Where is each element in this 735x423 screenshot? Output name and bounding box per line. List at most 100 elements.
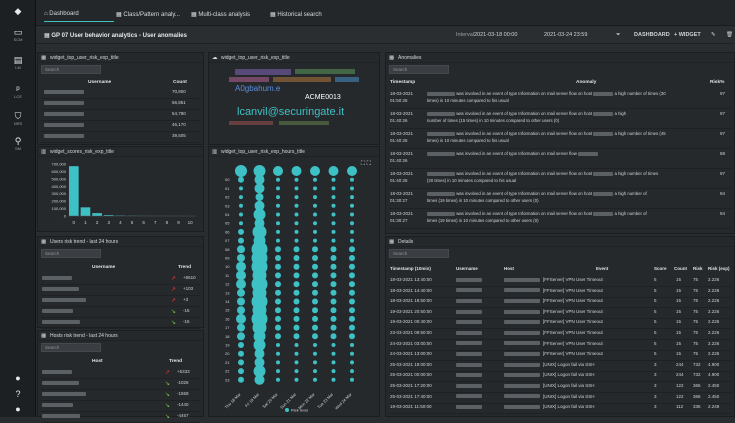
detail-event[interactable]: [UNIX] Logon fail via SSH xyxy=(543,404,595,409)
add-widget-button[interactable]: + WIDGET xyxy=(674,32,701,38)
anomaly-line-2: times) in 10 minutes compared to his usu… xyxy=(427,98,509,103)
panel-top-users: ▦widget_top_user_risk_exp_title Search U… xyxy=(37,52,204,145)
table-row[interactable] xyxy=(42,297,86,302)
column-header-username[interactable]: Username xyxy=(92,265,115,270)
detail-timestamp: 18-03-2021 18:50:00 xyxy=(390,298,432,303)
detail-event[interactable]: [FFServer] VPN User Timeout xyxy=(543,330,603,335)
trend-down-icon: ↘ xyxy=(165,402,170,409)
bubble-mark xyxy=(332,204,336,208)
sidebar-item-lce[interactable]: ᵖLCE xyxy=(0,84,36,99)
filter-icon[interactable]: ⏷ xyxy=(616,32,620,39)
table-row[interactable] xyxy=(44,133,84,138)
table-row[interactable] xyxy=(42,391,86,396)
zoom-icon[interactable]: ⛶ ⛶ xyxy=(361,160,372,167)
table-row[interactable] xyxy=(42,319,80,324)
detail-event[interactable]: [UNIX] Logon fail via SSH xyxy=(543,394,595,399)
detail-event[interactable]: [FFServer] VPN User Timeout xyxy=(543,288,603,293)
interval-to-input[interactable]: 2021-03-24 23:59 xyxy=(544,32,587,38)
search-input[interactable]: Search xyxy=(389,65,449,74)
table-row[interactable] xyxy=(42,369,72,374)
column-header-risk[interactable]: Risk% xyxy=(710,80,724,85)
column-header-trend[interactable]: Trend xyxy=(178,265,191,270)
detail-value: 75 xyxy=(693,277,698,282)
bubble-mark xyxy=(350,352,354,356)
table-row[interactable] xyxy=(44,111,84,116)
column-header-trend[interactable]: Trend xyxy=(169,359,182,364)
interval-from-input[interactable]: 2021-03-18 00:00 xyxy=(474,32,517,38)
table-row[interactable] xyxy=(42,308,73,313)
search-input[interactable]: Search xyxy=(41,249,101,258)
detail-timestamp: 25-03-2021 17:40:00 xyxy=(390,394,432,399)
chat-icon[interactable]: ● xyxy=(0,373,36,383)
tab-class-pattern[interactable]: ▦ Class/Pattern analy... xyxy=(116,6,188,22)
detail-event[interactable]: [UNIX] Logon fail via SSH xyxy=(543,383,595,388)
table-row[interactable] xyxy=(44,122,84,127)
detail-event[interactable]: [UNIX] Logon fail via SSH xyxy=(543,372,595,377)
table-row[interactable] xyxy=(44,89,84,94)
table-row[interactable] xyxy=(42,380,79,385)
bubble-mark xyxy=(237,306,245,314)
anomaly-text[interactable]: was involved in an event of type Informa… xyxy=(427,91,699,96)
column-header[interactable]: Host xyxy=(504,266,514,271)
detail-event[interactable]: [FFServer] VPN User Timeout xyxy=(543,319,603,324)
anomaly-text[interactable]: was involved in an event of type Informa… xyxy=(427,211,699,216)
column-header-username[interactable]: Username xyxy=(88,80,111,85)
column-header-anomaly[interactable]: Anomaly xyxy=(576,80,596,85)
column-header[interactable]: Event xyxy=(596,266,608,271)
sidebar-item-lm[interactable]: ▤LM xyxy=(0,55,36,70)
sidebar-item-scm[interactable]: ▭SCM xyxy=(0,27,36,42)
column-header[interactable]: Username xyxy=(456,266,478,271)
column-header[interactable]: Count xyxy=(674,266,687,271)
anomaly-text[interactable]: was involved in an event of type Informa… xyxy=(427,151,699,156)
tab-historical-search[interactable]: ▦ Historical search xyxy=(270,6,340,22)
anomaly-text[interactable]: was involved in an event of type Informa… xyxy=(427,111,699,116)
bubble-mark xyxy=(350,343,354,347)
sidebar-item-sm[interactable]: ⚲SM xyxy=(0,136,36,151)
table-row[interactable] xyxy=(42,402,73,407)
redacted-name xyxy=(42,403,73,407)
bubble-mark xyxy=(237,254,245,262)
detail-event[interactable]: [FFServer] VPN User Timeout xyxy=(543,277,603,282)
table-row[interactable] xyxy=(42,286,79,291)
anomaly-text[interactable]: was involved in an event of type Informa… xyxy=(427,171,699,176)
column-header[interactable]: Timestamp (10min) xyxy=(390,266,431,271)
column-header[interactable]: Risk xyxy=(693,266,703,271)
detail-event[interactable]: [FFServer] VPN User Timeout xyxy=(543,298,603,303)
bubble-mark xyxy=(235,165,247,177)
bubble-mark xyxy=(349,264,355,270)
delete-icon[interactable]: 🗑 xyxy=(726,32,733,38)
search-input[interactable]: Search xyxy=(389,249,449,258)
edit-icon[interactable]: ✎ xyxy=(711,32,716,38)
column-header-count[interactable]: Count xyxy=(173,80,187,85)
table-row[interactable] xyxy=(44,100,84,105)
blur xyxy=(456,363,482,367)
sidebar-item-nrs[interactable]: ⛉NRS xyxy=(0,111,36,126)
detail-event[interactable]: [FFServer] VPN User Timeout xyxy=(543,341,603,346)
bubble-mark xyxy=(329,166,339,176)
logo-icon[interactable]: ◆ xyxy=(0,6,36,16)
search-input[interactable]: Search xyxy=(41,343,101,352)
tab-multi-class[interactable]: ▦ Multi-class analysis xyxy=(191,6,261,22)
y-tick-label: 14 xyxy=(225,299,230,304)
bubble-mark xyxy=(313,204,317,208)
user-icon[interactable]: ● xyxy=(0,404,36,414)
tab-dashboard[interactable]: ⌂ Dashboard xyxy=(44,6,114,22)
search-input[interactable]: Search xyxy=(41,65,101,74)
detail-event[interactable]: [FFServer] VPN User Timeout xyxy=(543,351,603,356)
help-icon[interactable]: ? xyxy=(0,389,36,399)
table-row[interactable] xyxy=(42,413,80,418)
table-row[interactable] xyxy=(42,275,72,280)
anomaly-text[interactable]: was involved in an event of type Informa… xyxy=(427,131,699,136)
dashboard-button[interactable]: DASHBOARD xyxy=(634,32,670,38)
bubble-mark xyxy=(275,281,281,287)
column-header[interactable]: Score xyxy=(654,266,667,271)
y-tick-label: 23 xyxy=(225,377,230,382)
column-header[interactable]: Risk (exp) xyxy=(708,266,730,271)
column-header-timestamp[interactable]: Timestamp xyxy=(390,80,415,85)
detail-event[interactable]: [FFServer] VPN User Timeout xyxy=(543,309,603,314)
column-header-host[interactable]: Host xyxy=(92,359,103,364)
anomaly-text[interactable]: was involved in an event of type Informa… xyxy=(427,191,699,196)
bubble-mark xyxy=(312,272,318,278)
detail-event[interactable]: [UNIX] Logon fail via SSH xyxy=(543,362,595,367)
anomaly-line: a high xyxy=(613,111,626,116)
